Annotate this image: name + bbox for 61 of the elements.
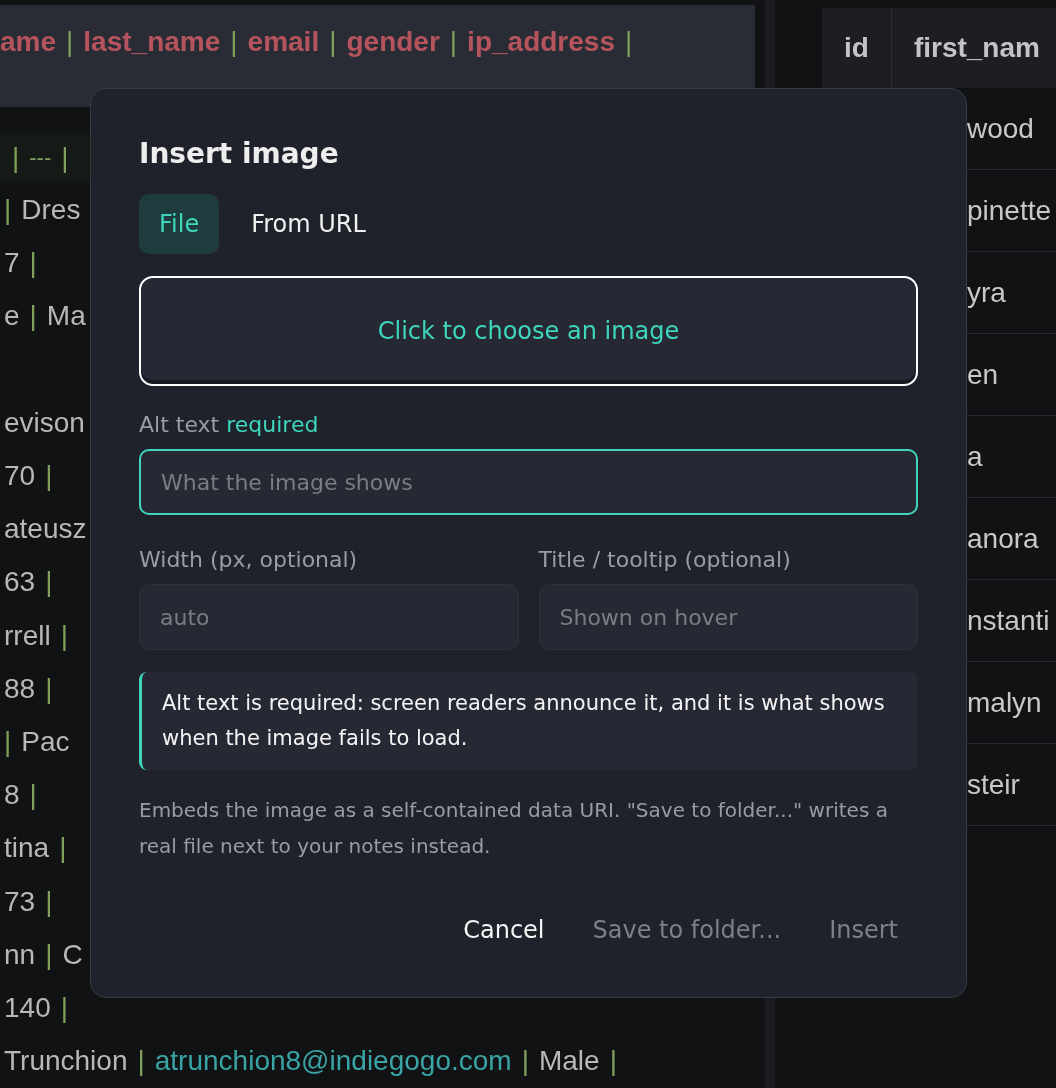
tab[interactable]: From URL	[231, 194, 386, 254]
pipe-separator: |	[60, 619, 68, 652]
pipe-separator: |	[449, 25, 458, 58]
pipe-separator: |	[45, 672, 53, 705]
pipe-separator: |	[29, 779, 37, 812]
field-label: Alt text required	[139, 412, 320, 437]
dialog-title: Insert image	[139, 137, 340, 170]
pipe-separator: |	[45, 566, 53, 599]
header-text: ip_address	[467, 25, 615, 58]
code-text: 7	[4, 247, 20, 280]
pipe-separator: |	[29, 247, 37, 280]
header-text: email	[247, 25, 320, 58]
dialog-button[interactable]: Cancel	[443, 906, 565, 954]
choose-image-button[interactable]: Click to choose an image	[139, 276, 918, 386]
code-text: evison	[4, 406, 85, 439]
code-text: C	[62, 938, 83, 971]
code-text: e	[4, 300, 20, 333]
code-text: Dres	[21, 194, 81, 227]
alt-text-field[interactable]: What the image shows	[139, 449, 918, 515]
pipe-separator: |	[61, 141, 69, 174]
pipe-separator: |	[609, 1045, 617, 1078]
tab[interactable]: File	[139, 194, 220, 254]
code-text: 73	[4, 885, 36, 918]
code-text: Pac	[21, 726, 70, 759]
pipe-separator: |	[12, 141, 20, 174]
field-label: Width (px, optional)	[139, 547, 359, 572]
code-text: Ma	[46, 300, 86, 333]
code-text: nn	[4, 938, 36, 971]
pipe-separator: |	[230, 25, 238, 58]
pipe-separator: |	[45, 938, 53, 971]
pipe-separator: |	[137, 1045, 145, 1078]
field-label: Title / tooltip (optional)	[538, 547, 792, 572]
code-text: 88	[4, 672, 36, 705]
pipe-separator: |	[66, 25, 74, 58]
pipe-separator: |	[29, 300, 37, 333]
info-callout: Alt text is required: screen readers announce it, and it is what shows when the image fails to load.	[139, 672, 918, 770]
code-text: 8	[4, 779, 20, 812]
header-text: last_name	[83, 25, 221, 58]
code-text: ateusz	[4, 513, 87, 546]
pipe-separator: |	[329, 25, 337, 58]
help-text: Embeds the image as a self-contained data URI. "Save to folder..." writes a real file next to your notes instead.	[139, 797, 889, 860]
pipe-separator: |	[4, 726, 12, 759]
code-text: 63	[4, 566, 36, 599]
code-text: Trunchion	[4, 1045, 128, 1078]
pipe-separator: |	[521, 1045, 529, 1078]
code-text: 140	[4, 992, 51, 1025]
code-text: Male	[538, 1045, 600, 1078]
pipe-separator: |	[45, 460, 53, 493]
pipe-separator: |	[624, 25, 633, 58]
input-field[interactable]: auto	[139, 584, 519, 650]
input-field[interactable]: Shown on hover	[538, 584, 918, 650]
rule-text: ---	[29, 144, 52, 171]
header-text: ame	[0, 25, 57, 58]
header-text: gender	[346, 25, 440, 58]
code-text: 70	[4, 460, 36, 493]
pipe-separator: |	[60, 992, 68, 1025]
code-text: rrell	[4, 619, 51, 652]
pipe-separator: |	[45, 885, 53, 918]
pipe-separator: |	[59, 832, 67, 865]
code-text: tina	[4, 832, 50, 865]
pipe-separator: |	[4, 194, 12, 227]
